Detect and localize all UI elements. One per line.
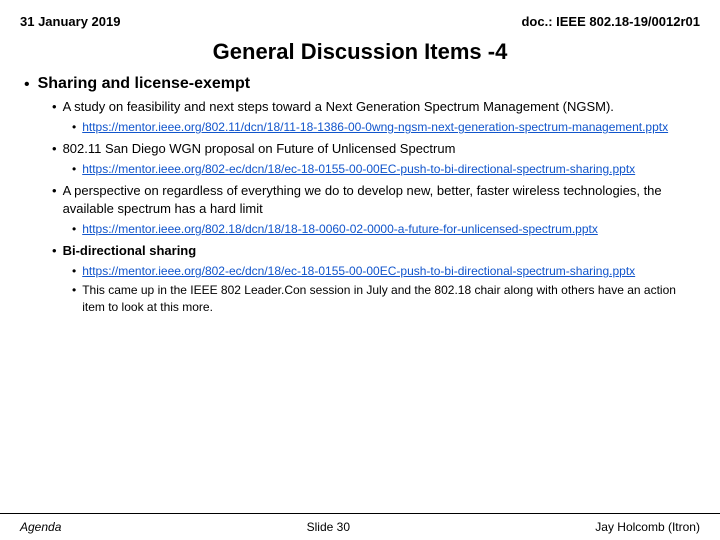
footer-agenda: Agenda: [20, 520, 61, 534]
section2-bullet: • 802.11 San Diego WGN proposal on Futur…: [52, 140, 696, 158]
title-suffix: -4: [482, 39, 508, 64]
top-bullet: • Sharing and license-exempt: [24, 75, 696, 94]
section2-text: 802.11 San Diego WGN proposal on Future …: [63, 140, 456, 158]
top-bullet-label: Sharing and license-exempt: [38, 75, 251, 93]
section4-extra-text: This came up in the IEEE 802 Leader.Con …: [82, 282, 696, 316]
section3-link-dot: •: [72, 222, 76, 236]
section1-link-bullet: • https://mentor.ieee.org/802.11/dcn/18/…: [72, 119, 696, 136]
section2-link-bullet: • https://mentor.ieee.org/802-ec/dcn/18/…: [72, 161, 696, 178]
section4-links: • https://mentor.ieee.org/802-ec/dcn/18/…: [72, 263, 696, 315]
header-doc: doc.: IEEE 802.18-19/0012r01: [521, 14, 700, 29]
slide-content: • Sharing and license-exempt • A study o…: [0, 75, 720, 513]
section1-links: • https://mentor.ieee.org/802.11/dcn/18/…: [72, 119, 696, 136]
top-bullet-dot: •: [24, 76, 30, 94]
section4-extra-bullet: • This came up in the IEEE 802 Leader.Co…: [72, 282, 696, 316]
section4-bullet: • Bi-directional sharing: [52, 242, 696, 260]
slide-title: General Discussion Items -4: [0, 33, 720, 75]
section1-text: A study on feasibility and next steps to…: [63, 98, 614, 116]
section4-link[interactable]: https://mentor.ieee.org/802-ec/dcn/18/ec…: [82, 264, 635, 278]
section2-link-dot: •: [72, 162, 76, 176]
section4-extra-dot: •: [72, 283, 76, 297]
slide: 31 January 2019 doc.: IEEE 802.18-19/001…: [0, 0, 720, 540]
footer-author: Jay Holcomb (Itron): [595, 520, 700, 534]
section4-link-bullet: • https://mentor.ieee.org/802-ec/dcn/18/…: [72, 263, 696, 280]
section3-link[interactable]: https://mentor.ieee.org/802.18/dcn/18/18…: [82, 222, 598, 236]
section2-dot: •: [52, 141, 57, 156]
section3-dot: •: [52, 183, 57, 198]
footer-slide: Slide 30: [307, 520, 350, 534]
section4-link-dot: •: [72, 264, 76, 278]
section3-text: A perspective on regardless of everythin…: [63, 182, 696, 218]
section1-link-dot: •: [72, 120, 76, 134]
section1-bullet: • A study on feasibility and next steps …: [52, 98, 696, 116]
section3-link-bullet: • https://mentor.ieee.org/802.18/dcn/18/…: [72, 221, 696, 238]
title-text: General Discussion Items: [213, 39, 482, 64]
section2-link-text: https://mentor.ieee.org/802-ec/dcn/18/ec…: [82, 161, 635, 178]
section1-link[interactable]: https://mentor.ieee.org/802.11/dcn/18/11…: [82, 120, 668, 134]
section4-dot: •: [52, 243, 57, 258]
section3-links: • https://mentor.ieee.org/802.18/dcn/18/…: [72, 221, 696, 238]
footer: Agenda Slide 30 Jay Holcomb (Itron): [0, 513, 720, 540]
header: 31 January 2019 doc.: IEEE 802.18-19/001…: [0, 0, 720, 33]
section1-dot: •: [52, 99, 57, 114]
section1-link-text: https://mentor.ieee.org/802.11/dcn/18/11…: [82, 119, 668, 136]
section3-bullet: • A perspective on regardless of everyth…: [52, 182, 696, 218]
section2-links: • https://mentor.ieee.org/802-ec/dcn/18/…: [72, 161, 696, 178]
section2-link[interactable]: https://mentor.ieee.org/802-ec/dcn/18/ec…: [82, 162, 635, 176]
section3-link-text: https://mentor.ieee.org/802.18/dcn/18/18…: [82, 221, 598, 238]
section4-link-text: https://mentor.ieee.org/802-ec/dcn/18/ec…: [82, 263, 635, 280]
section4-text: Bi-directional sharing: [63, 242, 197, 260]
sub-sections: • A study on feasibility and next steps …: [52, 98, 696, 316]
header-date: 31 January 2019: [20, 14, 120, 29]
